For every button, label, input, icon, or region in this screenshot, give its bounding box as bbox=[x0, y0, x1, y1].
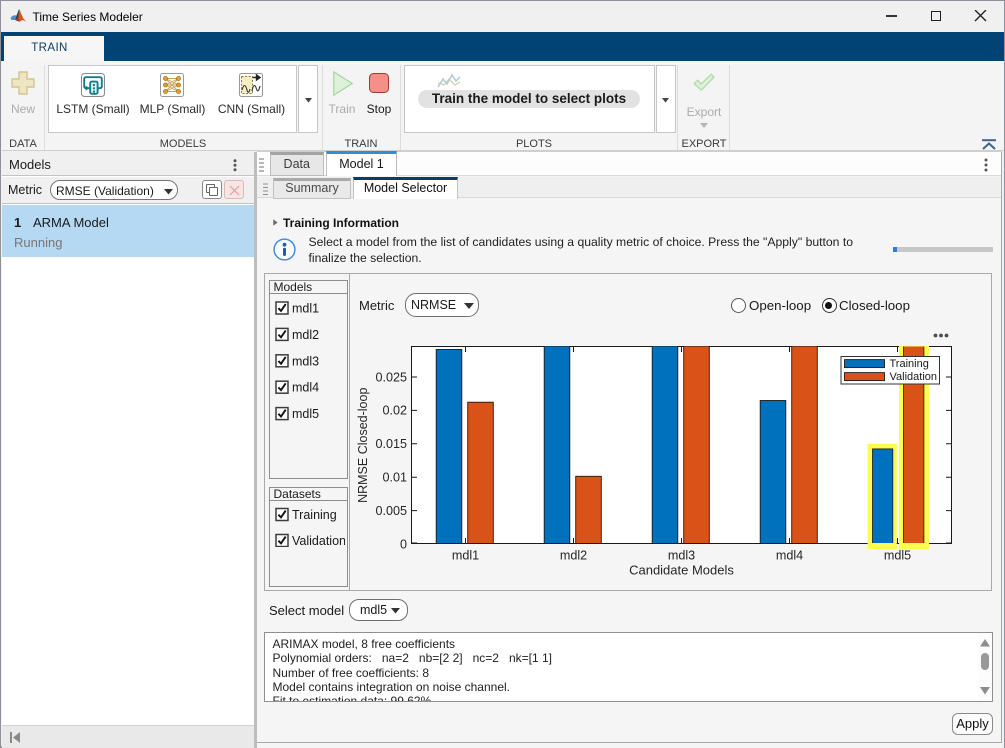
svg-text:Training: Training bbox=[890, 358, 929, 370]
svg-text:0.02: 0.02 bbox=[382, 404, 407, 418]
svg-text:mdl3: mdl3 bbox=[668, 549, 695, 563]
svg-text:mdl2: mdl2 bbox=[560, 549, 587, 563]
svg-text:Validation: Validation bbox=[890, 371, 938, 383]
svg-text:0: 0 bbox=[400, 537, 407, 551]
svg-text:mdl4: mdl4 bbox=[292, 381, 319, 395]
svg-text:Validation: Validation bbox=[292, 534, 345, 547]
svg-text:mdl5: mdl5 bbox=[884, 549, 911, 563]
svg-text:0.015: 0.015 bbox=[375, 437, 407, 451]
svg-text:mdl1: mdl1 bbox=[292, 302, 319, 316]
svg-text:mdl1: mdl1 bbox=[452, 549, 479, 563]
svg-text:Training: Training bbox=[292, 508, 337, 522]
svg-text:mdl3: mdl3 bbox=[292, 354, 319, 368]
svg-text:mdl4: mdl4 bbox=[776, 549, 803, 563]
svg-text:0.005: 0.005 bbox=[375, 504, 407, 518]
svg-text:Candidate Models: Candidate Models bbox=[629, 563, 734, 578]
svg-text:NRMSE Closed-loop: NRMSE Closed-loop bbox=[357, 388, 370, 503]
svg-text:mdl5: mdl5 bbox=[292, 407, 319, 421]
svg-text:0.01: 0.01 bbox=[382, 471, 407, 485]
svg-text:mdl2: mdl2 bbox=[292, 328, 319, 342]
svg-text:0.025: 0.025 bbox=[375, 370, 407, 384]
